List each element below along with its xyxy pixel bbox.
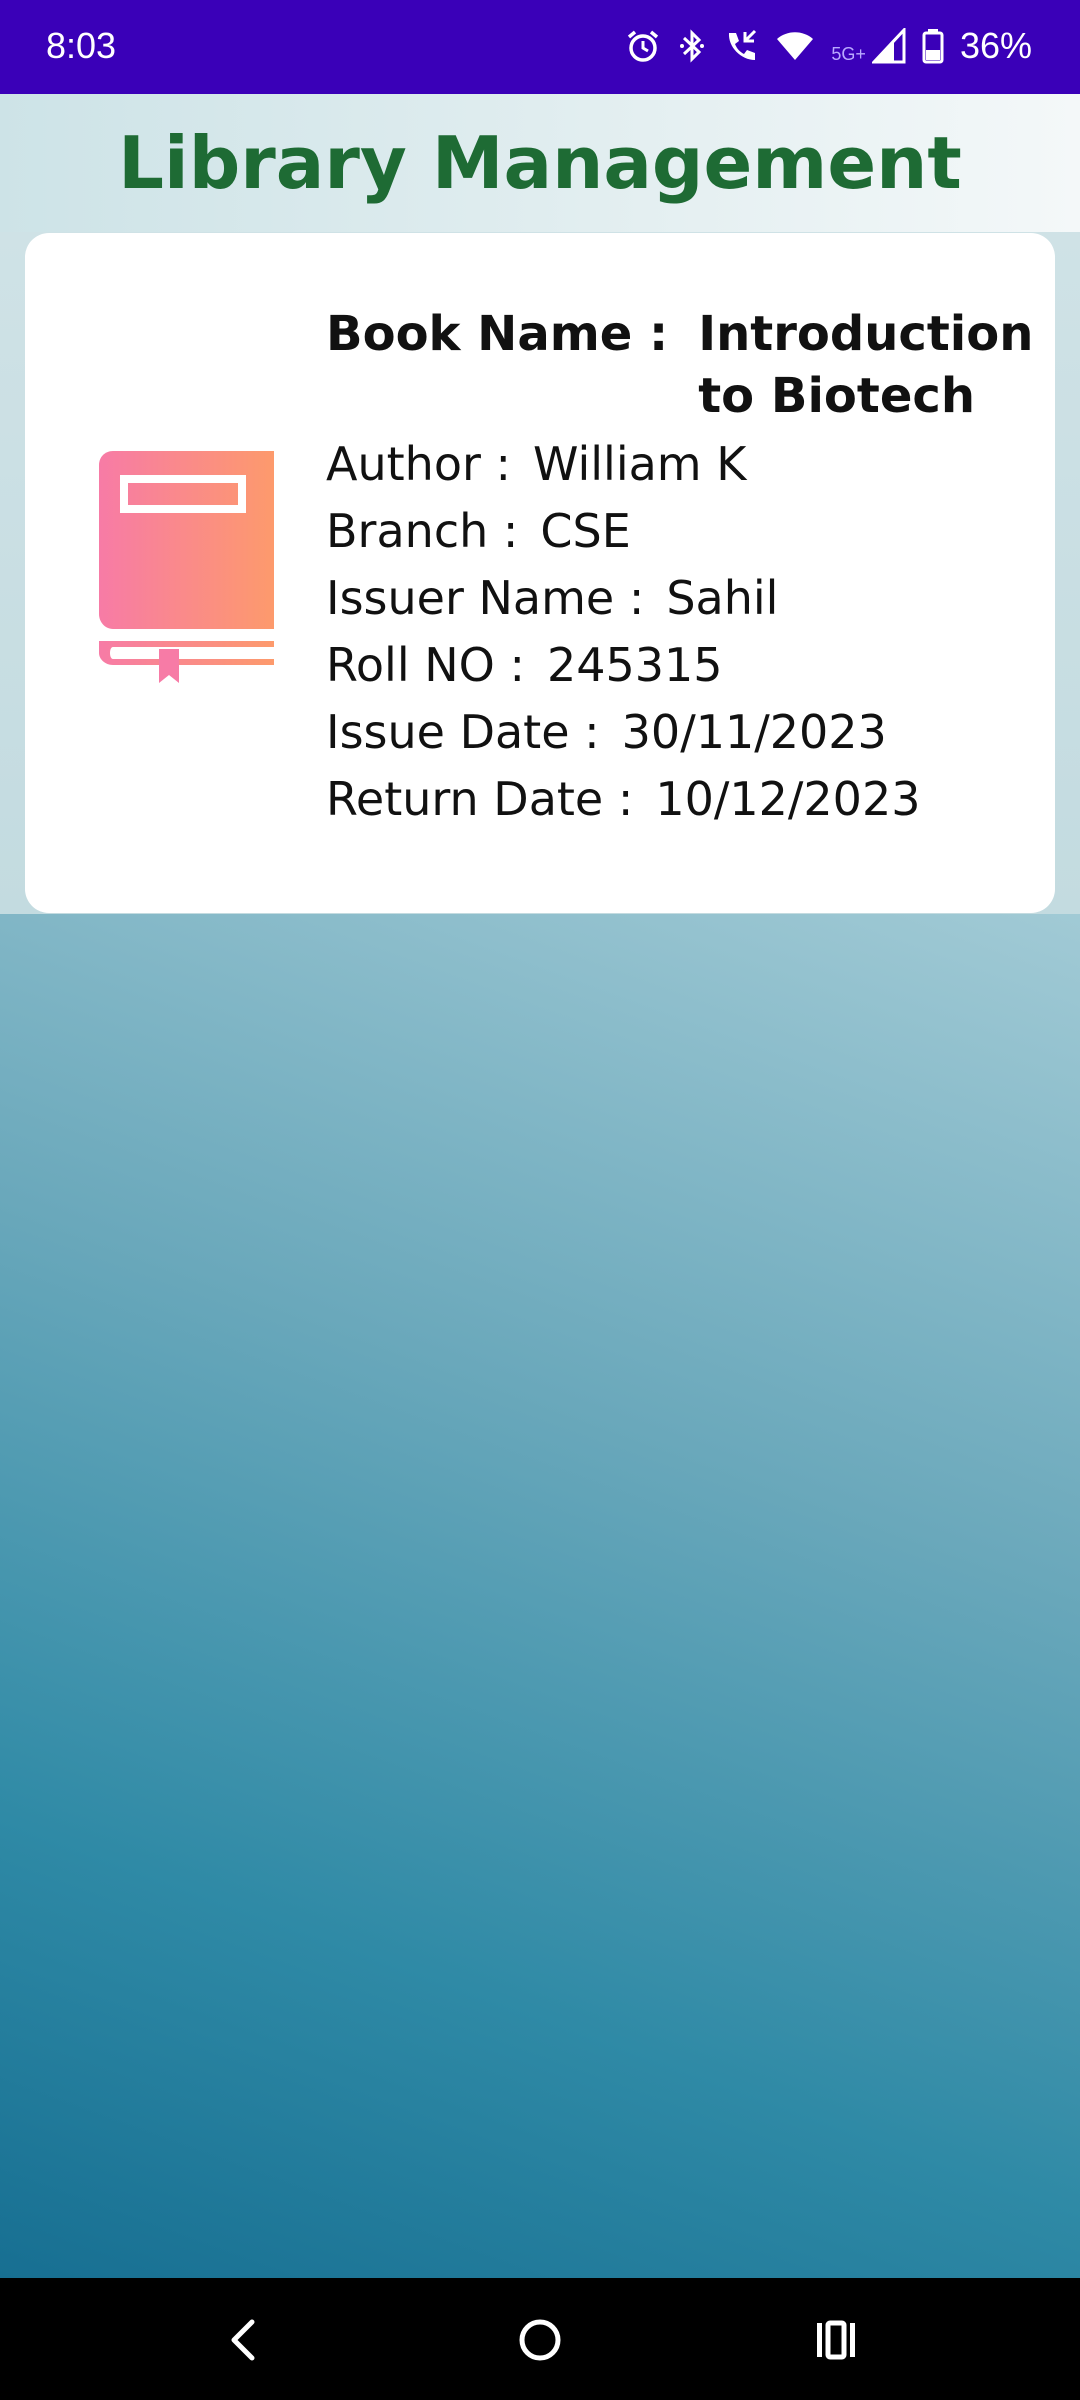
status-icons: 5G+ 36% [625,22,1032,70]
roll-label: Roll NO : [326,638,525,692]
author-row: Author : William K [326,431,1026,498]
issuer-row: Issuer Name : Sahil [326,565,1026,632]
home-icon[interactable] [508,2308,572,2372]
alarm-icon [625,28,661,64]
app-screen: Library Management Book Name: Introduct… [0,94,1080,2278]
issue-date-row: Issue Date : 30/11/2023 [326,699,1026,766]
book-icon [99,451,274,683]
issuer-label: Issuer Name : [326,571,645,625]
navigation-bar [0,2278,1080,2400]
issue-date-label: Issue Date : [326,705,600,759]
app-header: Library Management [0,94,1080,232]
author-value: William K [533,437,747,491]
issued-book-card[interactable]: Book Name : Introduction to Biotech Auth… [25,233,1055,913]
branch-value: CSE [540,504,631,558]
book-name-row: Book Name : Introduction to Biotech [326,303,1034,427]
return-date-label: Return Date : [326,772,634,826]
back-icon[interactable] [212,2308,276,2372]
issuer-value: Sahil [666,571,779,625]
signal-icon [871,28,906,64]
roll-row: Roll NO : 245315 [326,632,1026,699]
page-title: Library Management [118,121,962,205]
network-type: 5G+ [831,43,866,64]
call-icon [723,28,759,64]
roll-value: 245315 [546,638,723,692]
status-bar: 8:03 5G+ 36% [0,0,1080,94]
branch-label: Branch : [326,504,519,558]
branch-row: Branch : CSE [326,498,1026,565]
book-name-value: Introduction to Biotech [698,306,1034,424]
wifi-icon [775,28,815,64]
battery-icon [922,28,944,64]
author-label: Author : [326,437,511,491]
status-time: 8:03 [46,25,117,66]
return-date-row: Return Date : 10/12/2023 [326,766,1026,833]
recents-icon[interactable] [804,2308,868,2372]
bluetooth-icon [677,28,707,64]
issue-date-value: 30/11/2023 [621,705,887,759]
battery-level: 36% [959,25,1032,66]
book-details: Book Name : Introduction to Biotech Auth… [326,303,1034,833]
book-name-label: Book Name : [326,306,669,362]
return-date-value: 10/12/2023 [655,772,921,826]
